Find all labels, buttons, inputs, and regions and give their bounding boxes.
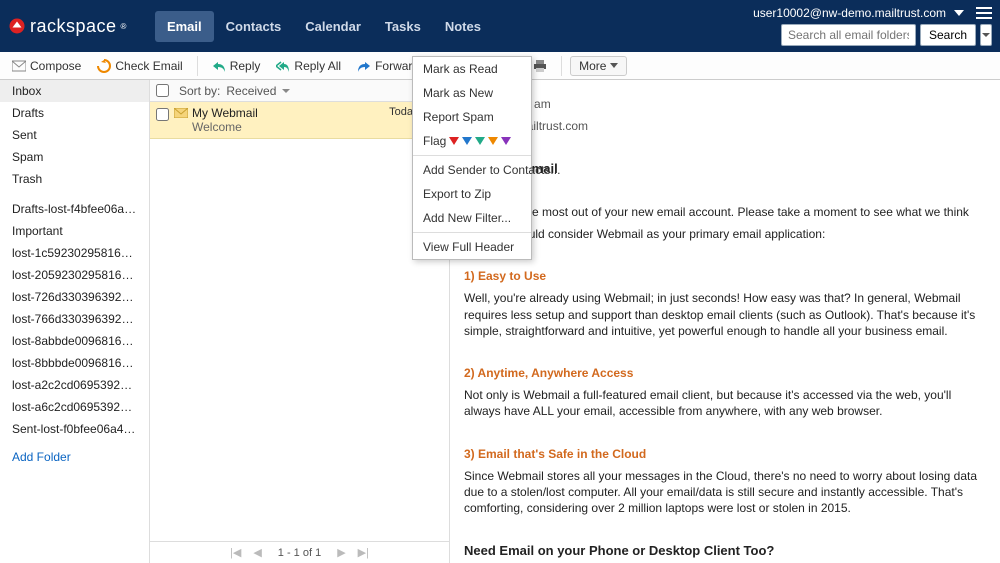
user-caret-icon[interactable] (954, 8, 964, 18)
top-bar: rackspace ® Email Contacts Calendar Tasks… (0, 0, 1000, 52)
select-all-checkbox[interactable] (156, 84, 169, 97)
email-intro: way to get the most out of your new emai… (464, 204, 986, 220)
email-date-line: 2017 at 2:13 am (464, 96, 986, 112)
printer-icon (533, 59, 547, 73)
message-row[interactable]: My Webmail Today 2:13 Welcome (150, 102, 449, 139)
nav-tabs: Email Contacts Calendar Tasks Notes (155, 11, 493, 42)
menu-export-zip[interactable]: Export to Zip (413, 182, 531, 206)
separator (197, 56, 198, 76)
brand-logo[interactable]: rackspace ® (8, 16, 127, 37)
search-button[interactable]: Search (920, 24, 976, 46)
folder-custom[interactable]: lost-726d330396392d58af4e0 (0, 286, 149, 308)
compose-button[interactable]: Compose (6, 57, 87, 75)
more-dropdown-menu: Mark as Read Mark as New Report Spam Fla… (412, 56, 532, 260)
reply-button[interactable]: Reply (206, 57, 267, 75)
sort-bar: Sort by: Received (150, 80, 449, 102)
reply-all-button[interactable]: Reply All (270, 57, 347, 75)
flag-purple-icon[interactable] (501, 137, 511, 145)
message-list-pane: Sort by: Received My Webmail Today 2:13 … (150, 80, 450, 563)
message-content: 2017 at 2:13 am nw-demo.mailtrust.com sp… (450, 80, 1000, 563)
menu-view-header[interactable]: View Full Header (413, 235, 531, 259)
pager: |◀ ◀ 1 - 1 of 1 ▶ ▶| (150, 541, 449, 563)
refresh-icon (97, 59, 111, 73)
envelope-open-icon (174, 108, 188, 118)
folder-sent[interactable]: Sent (0, 124, 149, 146)
folder-custom[interactable]: Important (0, 220, 149, 242)
envelope-icon (12, 59, 26, 73)
pager-next[interactable]: ▶ (333, 546, 349, 559)
menu-add-sender[interactable]: Add Sender to Contacts... (413, 158, 531, 182)
more-button[interactable]: More (570, 56, 627, 76)
reply-all-icon (276, 59, 290, 73)
topbar-left: rackspace ® Email Contacts Calendar Tasks… (8, 11, 493, 42)
topbar-right: user10002@nw-demo.mailtrust.com Search (753, 6, 992, 46)
flag-green-icon[interactable] (475, 137, 485, 145)
message-subject: Welcome (192, 120, 443, 134)
nav-notes[interactable]: Notes (433, 11, 493, 42)
search-wrap: Search (781, 24, 992, 46)
folder-custom[interactable]: Drafts-lost-f4bfee06a46cae584 (0, 198, 149, 220)
section-3-title: 3) Email that's Safe in the Cloud (464, 446, 986, 462)
pager-last[interactable]: ▶| (354, 546, 373, 559)
email-intro2: ons you should consider Webmail as your … (464, 226, 986, 242)
search-options-caret[interactable] (980, 24, 992, 46)
folder-custom[interactable]: lost-766d330396392d58af4e0 (0, 308, 149, 330)
user-email-label[interactable]: user10002@nw-demo.mailtrust.com (753, 6, 946, 20)
check-email-button[interactable]: Check Email (91, 57, 188, 75)
nav-contacts[interactable]: Contacts (214, 11, 294, 42)
nav-calendar[interactable]: Calendar (293, 11, 373, 42)
flag-orange-icon[interactable] (488, 137, 498, 145)
folder-custom[interactable]: lost-a6c2cd0695392d58af4e0 (0, 396, 149, 418)
folder-trash[interactable]: Trash (0, 168, 149, 190)
section-2-title: 2) Anytime, Anywhere Access (464, 365, 986, 381)
folder-custom[interactable]: Sent-lost-f0bfee06a46cae584 (0, 418, 149, 440)
folder-sidebar: Inbox Drafts Sent Spam Trash Drafts-lost… (0, 80, 150, 563)
folder-custom[interactable]: lost-8bbbde0096816c58527b0 (0, 352, 149, 374)
message-list: My Webmail Today 2:13 Welcome (150, 102, 449, 541)
flag-blue-icon[interactable] (462, 137, 472, 145)
folder-spam[interactable]: Spam (0, 146, 149, 168)
sort-caret-icon[interactable] (282, 87, 290, 95)
message-checkbox[interactable] (156, 108, 169, 121)
message-from: My Webmail (192, 106, 258, 120)
folder-custom[interactable]: lost-8abbde0096816c58527b0 (0, 330, 149, 352)
pager-prev[interactable]: ◀ (249, 546, 265, 559)
menu-report-spam[interactable]: Report Spam (413, 105, 531, 129)
search-input[interactable] (781, 24, 916, 46)
nav-email[interactable]: Email (155, 11, 214, 42)
folder-custom[interactable]: lost-2059230295816c58527b0 (0, 264, 149, 286)
rackspace-icon (8, 17, 26, 35)
menu-separator (413, 232, 531, 233)
folder-custom[interactable]: lost-1c59230295816c58527b0 (0, 242, 149, 264)
section-1-body: Well, you're already using Webmail; in j… (464, 290, 986, 339)
menu-separator (413, 155, 531, 156)
caret-down-icon (610, 63, 618, 68)
sort-field[interactable]: Received (226, 84, 276, 98)
email-to-line: nw-demo.mailtrust.com (464, 118, 986, 134)
section-1-title: 1) Easy to Use (464, 268, 986, 284)
pager-text: 1 - 1 of 1 (270, 547, 329, 559)
registered-mark: ® (121, 22, 127, 31)
section-3-body: Since Webmail stores all your messages i… (464, 468, 986, 517)
menu-mark-new[interactable]: Mark as New (413, 81, 531, 105)
menu-icon[interactable] (976, 7, 992, 19)
folder-drafts[interactable]: Drafts (0, 102, 149, 124)
section-2-body: Not only is Webmail a full-featured emai… (464, 387, 986, 419)
folder-custom[interactable]: lost-a2c2cd0695392d58af4e0 (0, 374, 149, 396)
forward-icon (357, 59, 371, 73)
menu-mark-read[interactable]: Mark as Read (413, 57, 531, 81)
folder-inbox[interactable]: Inbox (0, 80, 149, 102)
brand-text: rackspace (30, 16, 117, 37)
section-4-title: Need Email on your Phone or Desktop Clie… (464, 542, 986, 560)
sort-label: Sort by: (179, 84, 220, 98)
menu-add-filter[interactable]: Add New Filter... (413, 206, 531, 230)
flag-red-icon[interactable] (449, 137, 459, 145)
menu-flag-row: Flag (413, 129, 531, 153)
nav-tasks[interactable]: Tasks (373, 11, 433, 42)
menu-flag-label: Flag (423, 134, 446, 148)
reply-icon (212, 59, 226, 73)
add-folder-link[interactable]: Add Folder (0, 440, 149, 474)
separator (561, 56, 562, 76)
pager-first[interactable]: |◀ (226, 546, 245, 559)
